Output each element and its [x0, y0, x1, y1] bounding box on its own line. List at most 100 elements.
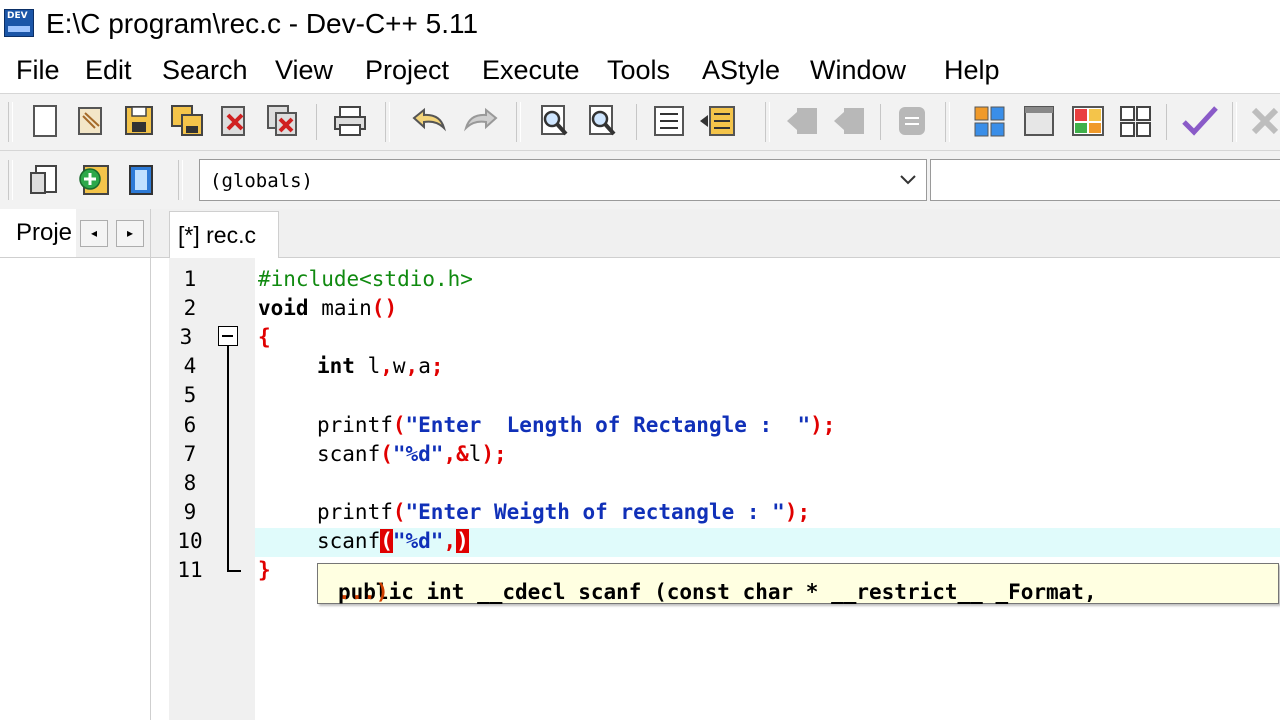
identifier-token: main — [308, 296, 372, 320]
scope-combobox[interactable]: (globals) — [199, 159, 927, 201]
code-line-11: } — [258, 558, 271, 582]
menu-search[interactable]: Search — [162, 55, 248, 86]
undo-icon[interactable] — [410, 106, 450, 136]
line-number: 11 — [177, 558, 203, 582]
menu-tools[interactable]: Tools — [607, 55, 670, 86]
identifier-token: a — [418, 354, 431, 378]
toolbar-grip — [516, 102, 521, 142]
chevron-down-icon[interactable] — [898, 169, 918, 189]
symbol-token: ( — [392, 413, 406, 437]
toolbar-separator — [1166, 104, 1167, 140]
matched-paren-highlight: ) — [456, 529, 469, 553]
add-file-icon[interactable] — [76, 163, 112, 197]
devcpp-app-icon[interactable]: DEV — [4, 9, 34, 37]
window-icon[interactable] — [1022, 104, 1056, 138]
string-token: "Enter Weigth of rectangle : " — [405, 500, 785, 524]
identifier-token: printf — [317, 413, 393, 437]
code-line-10: scanf("%d",) — [317, 529, 469, 553]
fold-guide-end — [227, 570, 241, 572]
line-number: 10 — [177, 529, 203, 553]
delete-icon[interactable] — [1250, 106, 1280, 136]
code-line-1: #include<stdio.h> — [258, 267, 473, 291]
check-icon[interactable] — [1180, 104, 1220, 138]
close-icon[interactable] — [218, 104, 252, 138]
menu-file[interactable]: File — [16, 55, 60, 86]
goto-icon[interactable] — [832, 104, 868, 138]
fold-collapse-icon[interactable] — [218, 326, 238, 346]
tile-icon[interactable] — [1070, 104, 1106, 138]
function-combobox[interactable] — [930, 159, 1280, 201]
open-file-icon[interactable] — [75, 104, 107, 138]
menu-help[interactable]: Help — [944, 55, 1000, 86]
replace-icon[interactable] — [586, 104, 622, 138]
close-all-icon[interactable] — [266, 104, 302, 138]
identifier-token: scanf — [317, 442, 381, 466]
new-project-icon[interactable] — [28, 163, 62, 197]
fold-guide — [227, 346, 229, 571]
symbol-token: ; — [430, 354, 444, 378]
indent-icon[interactable] — [652, 104, 686, 138]
code-editor[interactable] — [255, 258, 1280, 720]
symbol-token: , — [405, 354, 419, 378]
toggle-comment-icon[interactable] — [895, 104, 929, 138]
symbol-token: ( — [392, 500, 406, 524]
toolbar-separator — [636, 104, 637, 140]
tab-rec-c-label: [*] rec.c — [178, 222, 256, 248]
grid-icon[interactable] — [1118, 104, 1154, 138]
menu-project[interactable]: Project — [365, 55, 449, 86]
toolbar-grip — [385, 102, 390, 142]
line-number: 8 — [183, 471, 197, 495]
toolbar-grip — [765, 102, 770, 142]
symbol-token: ); — [784, 500, 811, 524]
matched-paren-highlight: ( — [380, 529, 393, 553]
code-line-4: int l,w,a; — [317, 354, 444, 378]
symbol-token: , — [380, 354, 393, 378]
unindent-icon[interactable] — [698, 104, 738, 138]
identifier-token: l — [354, 354, 381, 378]
project-panel: Proje ◂ ▸ — [0, 209, 151, 720]
find-icon[interactable] — [538, 104, 574, 138]
keyword-token: void — [258, 296, 309, 320]
project-toolbar: (globals) — [0, 150, 1280, 210]
toolbar-grip — [8, 160, 13, 200]
redo-icon[interactable] — [460, 106, 500, 136]
symbol-token: ); — [810, 413, 836, 437]
save-all-icon[interactable] — [170, 104, 206, 138]
line-number: 4 — [183, 354, 197, 378]
line-number: 1 — [183, 267, 197, 291]
string-token: "%d" — [392, 529, 444, 553]
symbol-token: , — [443, 529, 457, 553]
new-file-icon[interactable] — [30, 104, 60, 138]
menu-bar: File Edit Search View Project Execute To… — [0, 48, 1280, 92]
main-toolbar — [0, 93, 1280, 150]
symbol-token: ,& — [443, 442, 469, 466]
save-icon[interactable] — [123, 104, 155, 138]
menu-edit[interactable]: Edit — [85, 55, 132, 86]
bookmark-icon[interactable] — [785, 104, 821, 138]
menu-window[interactable]: Window — [810, 55, 906, 86]
toolbar-separator — [880, 104, 881, 140]
tab-project[interactable]: Proje — [0, 209, 76, 257]
scope-combobox-value: (globals) — [210, 170, 313, 192]
tab-scroll-right-button[interactable]: ▸ — [116, 220, 144, 247]
tab-scroll-left-button[interactable]: ◂ — [80, 220, 108, 247]
symbol-token: ); — [481, 442, 507, 466]
menu-execute[interactable]: Execute — [482, 55, 580, 86]
tooltip-ellipsis: ...) — [338, 580, 389, 604]
code-line-7: scanf("%d",&l); — [317, 442, 507, 466]
toolbar-grip — [8, 102, 13, 142]
tab-rec-c[interactable]: [*] rec.c — [169, 211, 279, 258]
toolbar-separator — [316, 104, 317, 140]
layout-icon[interactable] — [972, 104, 1008, 138]
function-signature-tooltip: public int __cdecl scanf (const char * _… — [317, 563, 1279, 604]
string-token: "Enter Length of Rectangle : " — [405, 413, 811, 437]
preprocessor-token: #include<stdio.h> — [258, 267, 473, 291]
print-icon[interactable] — [332, 104, 368, 138]
project-panel-tabs: Proje ◂ ▸ — [0, 209, 150, 258]
toolbar-grip — [1232, 102, 1237, 142]
identifier-token: scanf — [317, 529, 381, 553]
menu-astyle[interactable]: AStyle — [702, 55, 780, 86]
editor-tabs: [*] rec.c — [151, 209, 1280, 258]
menu-view[interactable]: View — [275, 55, 333, 86]
remove-icon[interactable] — [124, 163, 158, 197]
